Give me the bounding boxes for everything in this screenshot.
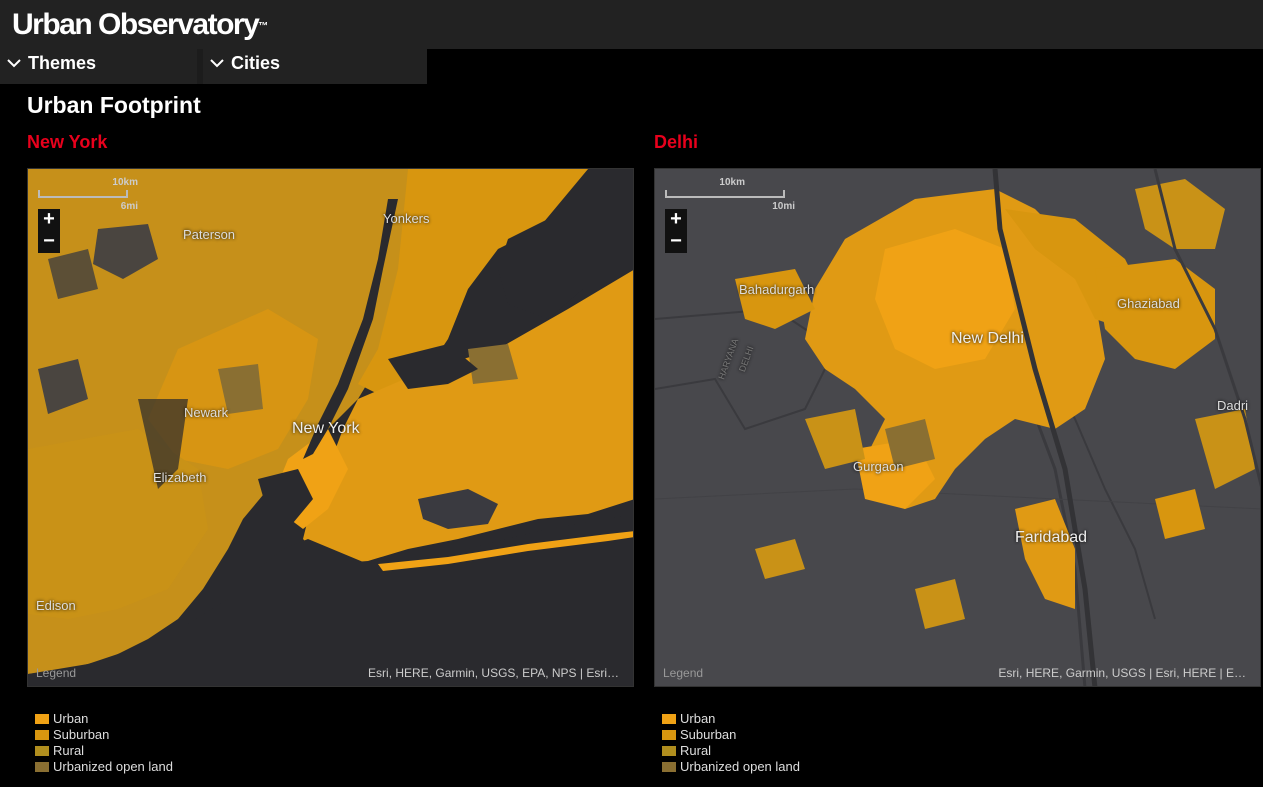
zoom-out-button[interactable]: − — [38, 231, 60, 253]
app-title: Urban Observatory — [12, 8, 260, 41]
place-label: Gurgaon — [853, 459, 904, 474]
legend-label: Urbanized open land — [53, 759, 173, 774]
trademark-mark: ™ — [258, 21, 269, 32]
legend-label: Urban — [680, 711, 716, 726]
chevron-down-icon — [7, 59, 21, 68]
legend-item: Rural — [35, 743, 173, 759]
map-legend-link[interactable]: Legend — [36, 666, 76, 680]
place-label: Bahadurgarh — [739, 282, 815, 297]
place-label: Dadri — [1217, 398, 1249, 413]
themes-menu-label: Themes — [28, 53, 97, 73]
menu-bar: Themes Cities — [0, 49, 427, 84]
legend-swatch — [662, 745, 676, 756]
legend-label: Suburban — [680, 727, 737, 742]
legend-item: Urbanized open land — [35, 759, 173, 775]
city-title-delhi: Delhi — [654, 132, 699, 152]
place-label: Ghaziabad — [1117, 296, 1180, 311]
legend-new-york: Urban Suburban Rural Urbanized open land — [35, 711, 173, 775]
legend-item: Urban — [662, 711, 800, 727]
legend-swatch — [35, 729, 49, 740]
map-new-york[interactable]: 10km 6mi + − Paterson Yonkers Newark New… — [27, 168, 634, 687]
place-label: Paterson — [183, 227, 236, 242]
legend-swatch — [662, 729, 676, 740]
legend-item: Suburban — [35, 727, 173, 743]
map-delhi[interactable]: 10km 10mi + − Bahadurgarh Ghaziabad New … — [654, 168, 1261, 687]
legend-swatch — [35, 745, 49, 756]
legend-label: Rural — [680, 743, 712, 758]
place-label: Edison — [36, 598, 76, 613]
place-label: Newark — [184, 405, 229, 420]
legend-item: Rural — [662, 743, 800, 759]
map-attribution[interactable]: Esri, HERE, Garmin, USGS | Esri, HERE | … — [998, 666, 1246, 680]
place-label: New Delhi — [951, 330, 1024, 347]
legend-item: Urbanized open land — [662, 759, 800, 775]
legend-swatch — [662, 761, 676, 772]
map-attribution[interactable]: Esri, HERE, Garmin, USGS, EPA, NPS | Esr… — [368, 666, 619, 680]
zoom-control: + − — [38, 209, 60, 253]
scale-bar-line — [665, 190, 785, 198]
zoom-out-button[interactable]: − — [665, 231, 687, 253]
legend-label: Urban — [53, 711, 89, 726]
chevron-down-icon — [210, 59, 224, 68]
legend-swatch — [662, 713, 676, 724]
app-logo[interactable]: Urban Observatory™ — [12, 8, 268, 42]
cities-menu[interactable]: Cities — [203, 49, 427, 84]
place-label: Elizabeth — [153, 470, 207, 485]
page-title: Urban Footprint — [27, 92, 201, 118]
scale-bar-line — [38, 190, 128, 198]
legend-label: Rural — [53, 743, 85, 758]
scale-mi-label: 6mi — [120, 201, 138, 212]
scale-bar: 10km 6mi — [38, 177, 168, 213]
cities-menu-label: Cities — [231, 53, 281, 73]
zoom-in-button[interactable]: + — [38, 209, 60, 231]
map-delhi-basemap — [655, 169, 1260, 686]
scale-mi-label: 10mi — [772, 201, 795, 212]
zoom-in-button[interactable]: + — [665, 209, 687, 231]
legend-swatch — [35, 713, 49, 724]
themes-menu[interactable]: Themes — [0, 49, 197, 84]
scale-km-label: 10km — [112, 177, 138, 188]
map-legend-link[interactable]: Legend — [663, 666, 703, 680]
legend-item: Suburban — [662, 727, 800, 743]
scale-bar: 10km 10mi — [665, 177, 805, 213]
place-label: Faridabad — [1015, 529, 1088, 546]
legend-delhi: Urban Suburban Rural Urbanized open land — [662, 711, 800, 775]
legend-label: Urbanized open land — [680, 759, 800, 774]
city-title-new-york: New York — [27, 132, 108, 152]
place-label: New York — [292, 420, 360, 437]
place-label: Yonkers — [383, 211, 430, 226]
legend-label: Suburban — [53, 727, 110, 742]
scale-km-label: 10km — [719, 177, 745, 188]
legend-swatch — [35, 761, 49, 772]
top-bar: Urban Observatory™ — [0, 0, 1263, 49]
legend-item: Urban — [35, 711, 173, 727]
zoom-control: + − — [665, 209, 687, 253]
